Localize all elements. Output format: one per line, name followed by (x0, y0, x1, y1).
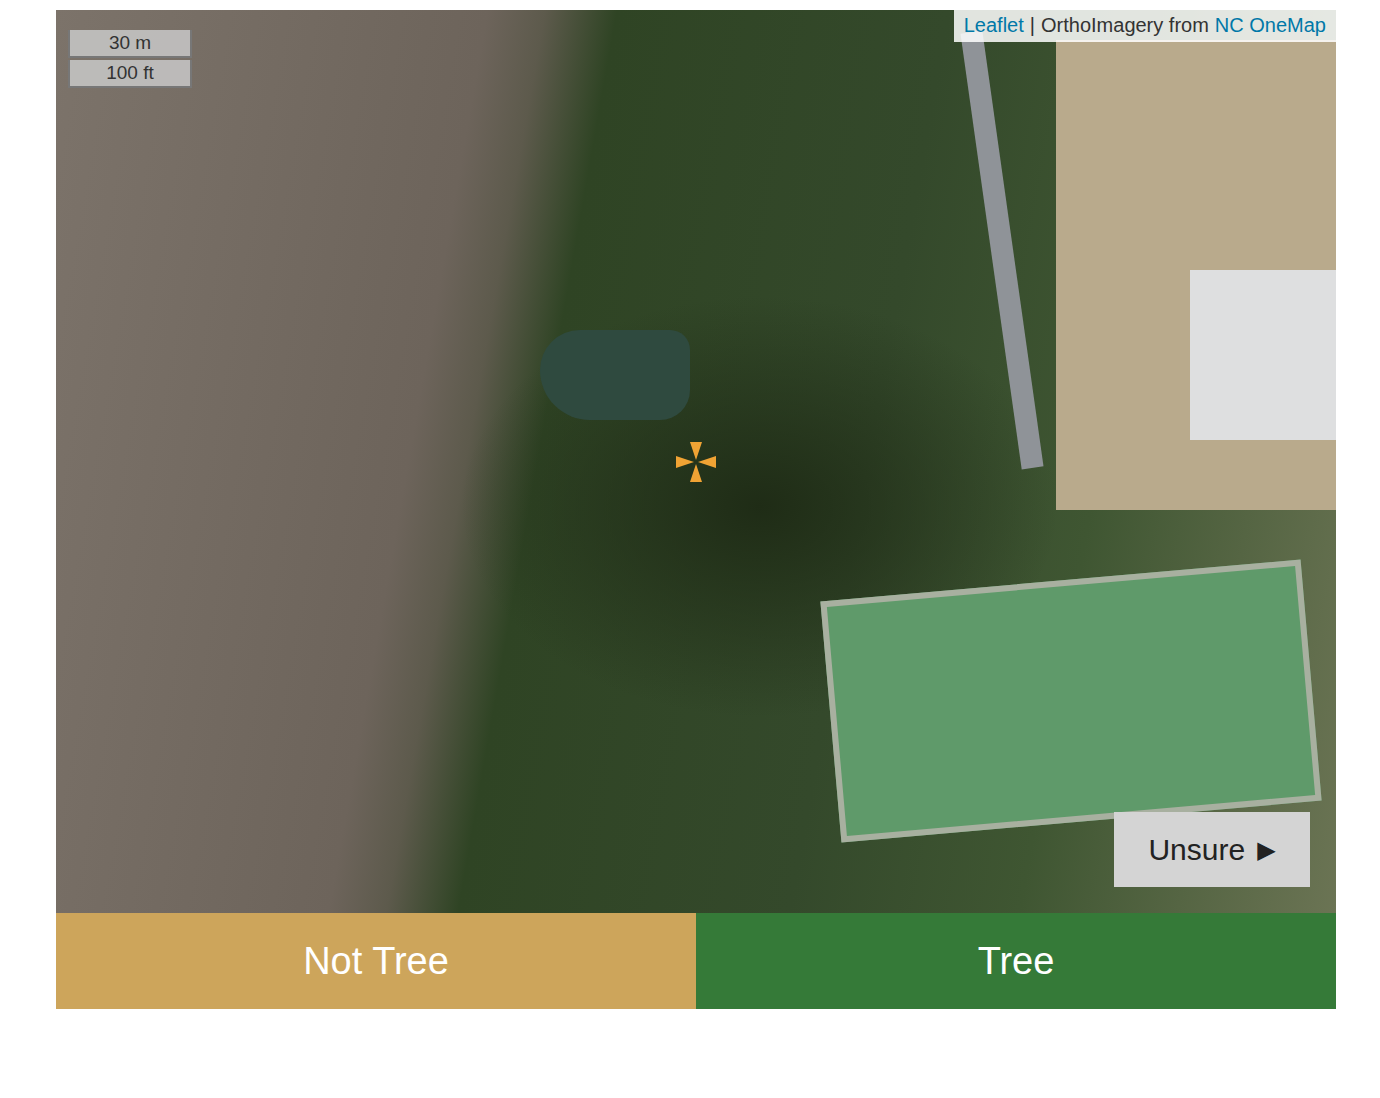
attribution-text: OrthoImagery from (1041, 14, 1209, 37)
tennis-courts-area (820, 559, 1321, 842)
unsure-arrow-icon: ▶ (1257, 836, 1275, 864)
answer-button[interactable]: Not Tree (56, 913, 696, 1009)
scale-control: 30 m100 ft (68, 30, 192, 88)
unsure-button[interactable]: Unsure ▶ (1114, 812, 1310, 887)
attribution: Leaflet | OrthoImagery from NC OneMap (954, 10, 1336, 42)
page: 30 m100 ft Leaflet | OrthoImagery from N… (0, 0, 1336, 1009)
map[interactable]: 30 m100 ft Leaflet | OrthoImagery from N… (56, 10, 1336, 913)
answer-bar: Not TreeTree (56, 913, 1336, 1009)
crosshair-marker-icon (674, 440, 718, 484)
attribution-link[interactable]: Leaflet (964, 14, 1024, 37)
pond-area (540, 330, 690, 420)
answer-button[interactable]: Tree (696, 913, 1336, 1009)
scale-line: 100 ft (68, 60, 192, 88)
unsure-label: Unsure (1148, 833, 1245, 867)
building-area (1190, 270, 1336, 440)
scale-line: 30 m (68, 30, 192, 58)
aerial-photo (56, 10, 1336, 913)
road-area (960, 31, 1043, 470)
attribution-separator: | (1030, 14, 1035, 37)
attribution-source-link[interactable]: NC OneMap (1215, 14, 1326, 37)
